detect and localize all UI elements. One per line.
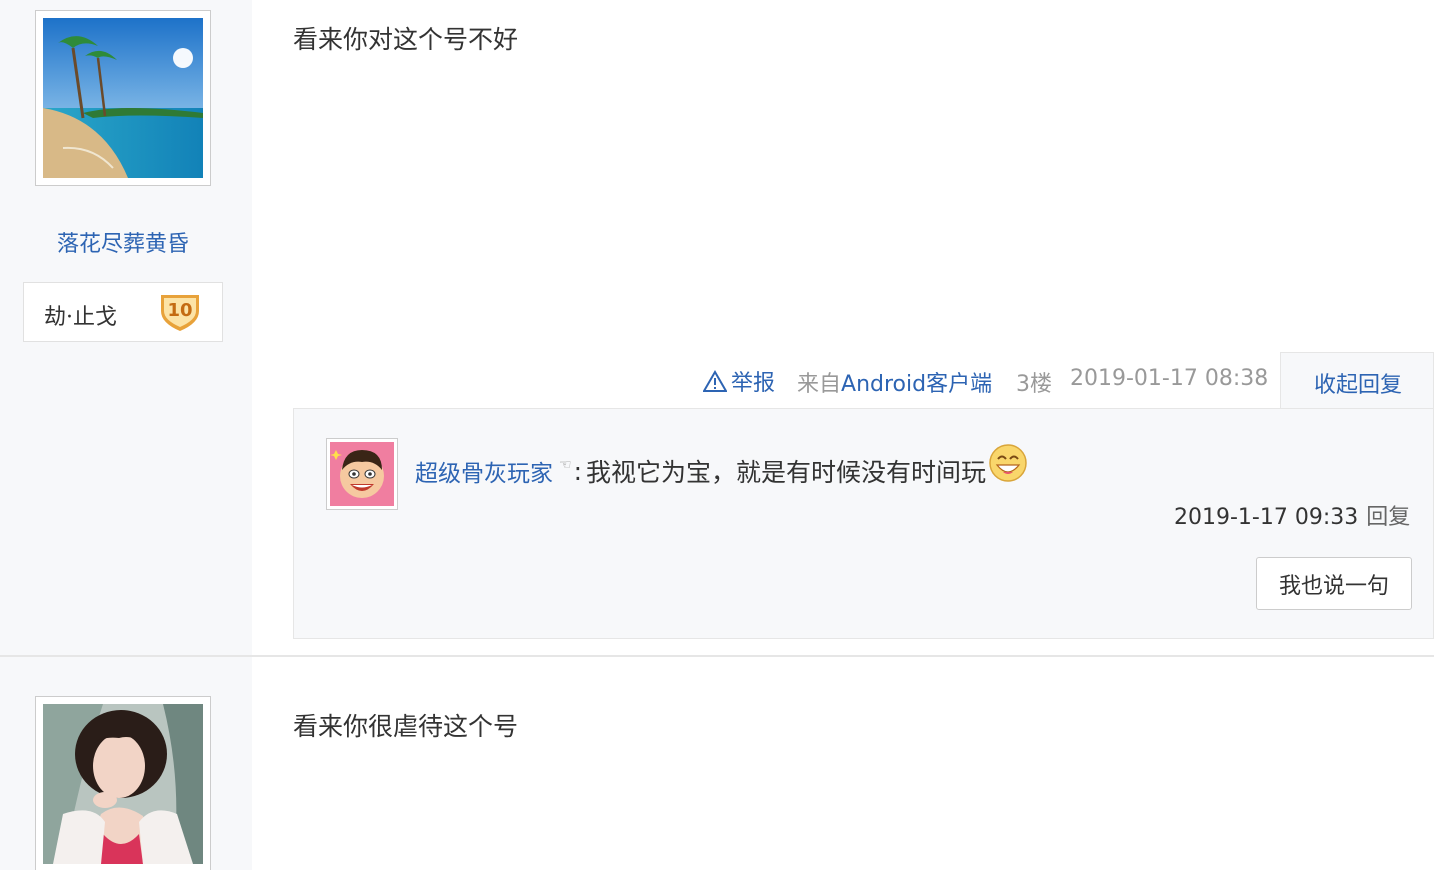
reply-user-avatar[interactable] [326, 438, 398, 510]
level-title: 劫·止戈 [44, 305, 117, 330]
post-time: 2019-01-17 08:38 [1070, 366, 1269, 391]
collapse-replies-tab[interactable]: 收起回复 [1280, 352, 1434, 410]
level-badge-icon: 10 [161, 295, 199, 331]
post-content: 看来你对这个号不好 [293, 25, 519, 54]
post-content: 看来你很虐待这个号 [293, 712, 519, 741]
floor-number: 3楼 [1016, 372, 1052, 397]
say-something-button[interactable]: 我也说一句 [1256, 557, 1412, 610]
report-label: 举报 [731, 371, 776, 396]
pointing-hand-icon: ☜ [559, 457, 572, 473]
post-next: 看来你很虐待这个号 [0, 657, 1434, 870]
cartoon-avatar-image [330, 442, 394, 506]
author-avatar[interactable] [35, 696, 211, 870]
collapse-replies-label: 收起回复 [1314, 373, 1403, 398]
author-sidebar: 落花尽葬黄昏 劫·止戈 10 [0, 0, 252, 656]
beach-avatar-image [43, 18, 203, 178]
client-source: 来自Android客户端 [797, 372, 993, 397]
sub-reply-panel: 超级骨灰玩家 ☜ : 我视它为宝，就是有时候没有时间玩 2019-1-17 09… [293, 408, 1434, 639]
post-floor-3: 落花尽葬黄昏 劫·止戈 10 看来你对这个号不好 举报 来自Android客户端… [0, 0, 1434, 656]
author-avatar[interactable] [35, 10, 211, 186]
author-sidebar [0, 657, 252, 870]
author-name-link[interactable]: 落花尽葬黄昏 [0, 226, 246, 258]
client-link[interactable]: Android客户端 [841, 372, 992, 397]
report-link[interactable]: 举报 [703, 366, 775, 396]
portrait-avatar-image [43, 704, 203, 864]
grin-emoji-icon [989, 444, 1027, 482]
warning-icon [703, 370, 727, 392]
reply-separator: : [573, 456, 582, 486]
level-number: 10 [167, 300, 192, 321]
reply-user-link[interactable]: 超级骨灰玩家 [415, 454, 553, 488]
sub-reply-line: 超级骨灰玩家 ☜ : 我视它为宝，就是有时候没有时间玩 [415, 444, 1028, 491]
author-level-box[interactable]: 劫·止戈 10 [23, 282, 223, 342]
reply-message: 我视它为宝，就是有时候没有时间玩 [586, 458, 987, 487]
sub-reply-meta: 2019-1-17 09:33 回复 [1174, 499, 1410, 531]
sub-reply-time: 2019-1-17 09:33 [1174, 505, 1359, 530]
sub-reply-reply-link[interactable]: 回复 [1366, 505, 1410, 530]
